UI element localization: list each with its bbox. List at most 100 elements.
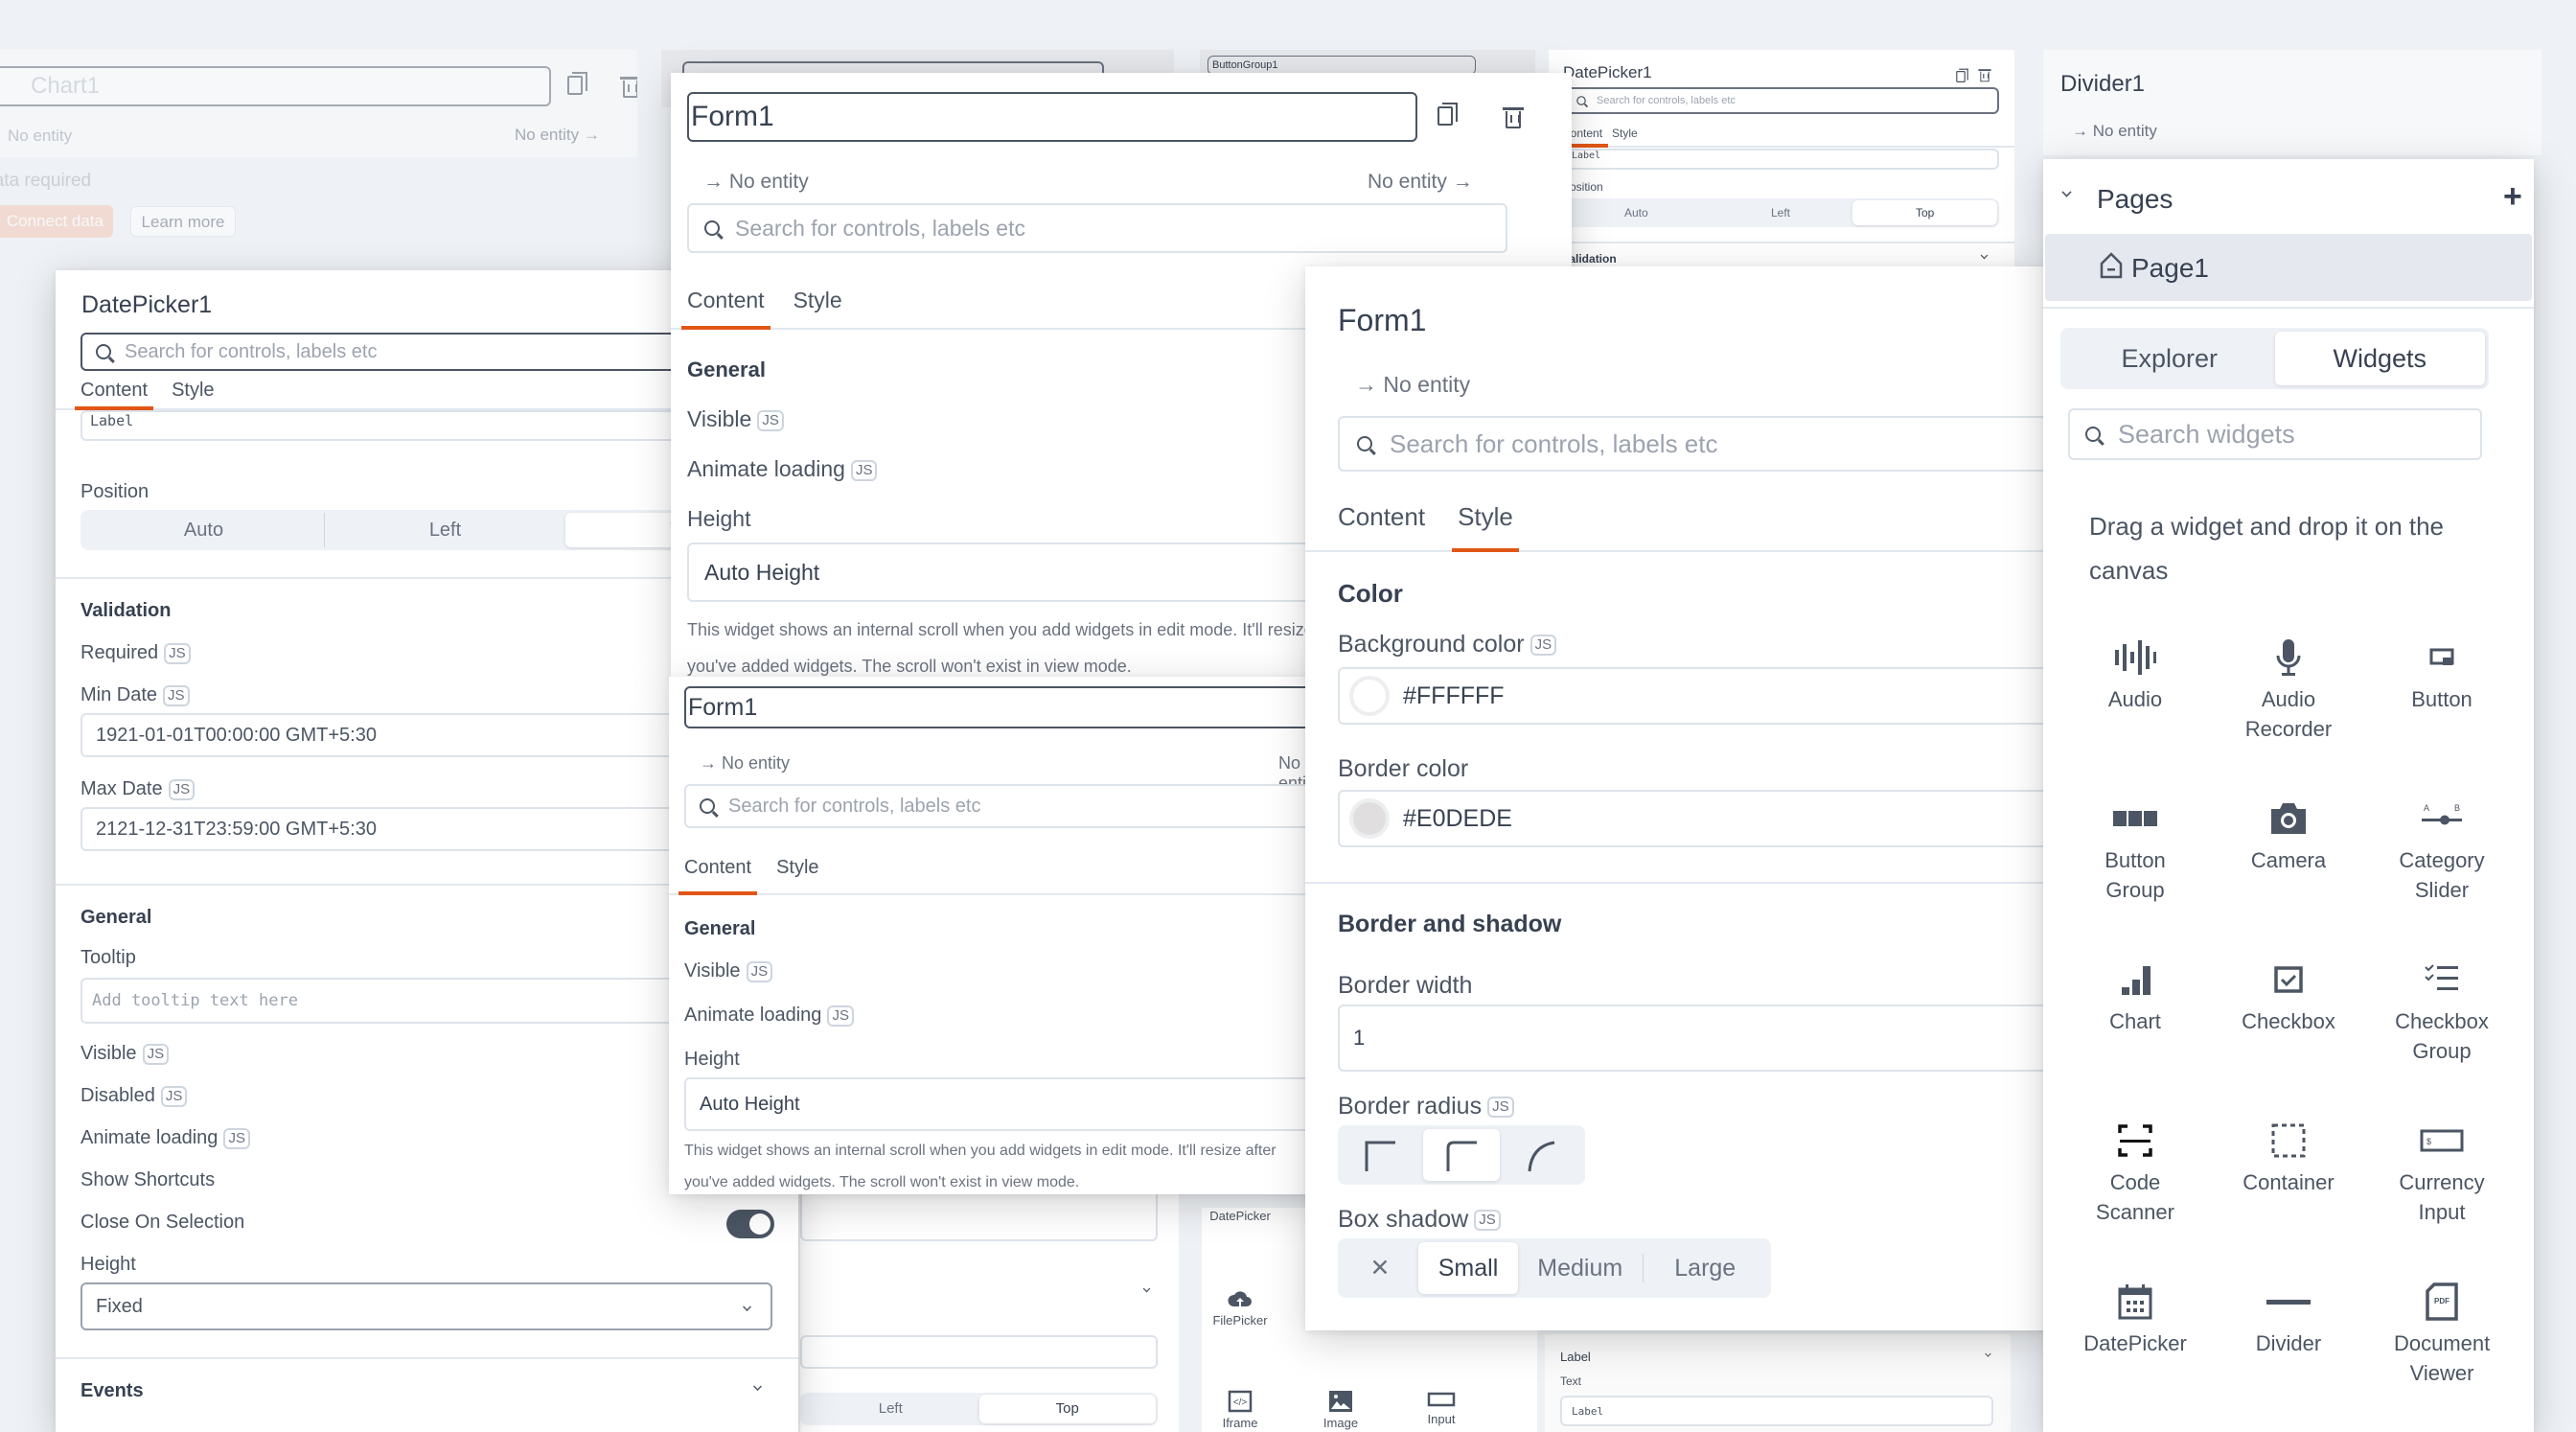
position-auto[interactable]: Auto — [83, 513, 325, 547]
widget-document-viewer[interactable]: PDF Document Viewer — [2365, 1282, 2518, 1388]
entity-right[interactable]: No entity → — [515, 126, 600, 145]
shadow-small-option[interactable]: Small — [1418, 1242, 1518, 1294]
search-widgets-input[interactable]: Search widgets — [2068, 408, 2482, 460]
label-input[interactable]: Label — [1562, 149, 1999, 170]
widget-input-bg[interactable]: Input — [1393, 1390, 1489, 1428]
position-left[interactable]: Left — [1709, 200, 1853, 225]
tab-style[interactable]: Style — [1452, 502, 1519, 552]
widget-name-input[interactable]: Form1 — [684, 686, 1321, 728]
border-width-input[interactable]: 1 — [1338, 1005, 2053, 1072]
tab-explorer[interactable]: Explorer — [2064, 332, 2275, 385]
radius-medium-option[interactable] — [1422, 1129, 1501, 1181]
delete-icon[interactable] — [1503, 107, 1525, 128]
tab-content[interactable]: Content — [678, 857, 758, 895]
bg-color-input[interactable]: #FFFFFF — [1338, 667, 2053, 725]
js-toggle[interactable]: JS — [827, 1005, 854, 1027]
add-page-icon[interactable]: + — [2503, 178, 2522, 216]
height-select[interactable]: Fixed — [80, 1282, 772, 1330]
tab-widgets[interactable]: Widgets — [2274, 332, 2485, 385]
widget-button-group[interactable]: Button Group — [2058, 799, 2212, 905]
widget-chart[interactable]: Chart — [2058, 960, 2212, 1036]
search-input[interactable]: Search for controls, labels etc — [1338, 416, 2053, 472]
widget-name-input[interactable]: Chart1 — [0, 66, 551, 106]
js-toggle[interactable]: JS — [1474, 1210, 1501, 1232]
pages-collapse-icon[interactable] — [2061, 187, 2072, 197]
chevron-down-icon[interactable] — [1142, 1284, 1151, 1293]
tab-style[interactable]: Style — [1612, 127, 1638, 146]
position-top[interactable]: Top — [1852, 200, 1998, 225]
js-toggle[interactable]: JS — [757, 409, 784, 431]
entity-left-link[interactable]: → No entity — [700, 753, 790, 774]
shadow-medium-option[interactable]: Medium — [1518, 1254, 1644, 1282]
js-toggle[interactable]: JS — [142, 1043, 170, 1065]
search-input[interactable]: Search for controls, labels etc — [684, 784, 1321, 828]
tab-style[interactable]: Style — [172, 380, 214, 408]
js-toggle[interactable]: JS — [1530, 635, 1557, 657]
widget-divider[interactable]: Divider — [2212, 1282, 2365, 1358]
page-item-page1[interactable]: Page1 — [2045, 234, 2532, 301]
widget-image-bg[interactable]: Image — [1293, 1390, 1389, 1432]
widget-container[interactable]: Container — [2212, 1121, 2365, 1197]
js-toggle[interactable]: JS — [223, 1127, 250, 1149]
widget-datepicker[interactable]: DatePicker — [2058, 1282, 2212, 1358]
delete-icon[interactable] — [620, 77, 637, 98]
border-color-input[interactable]: #E0DEDE — [1338, 790, 2053, 847]
connect-data-button[interactable]: Connect data — [0, 205, 113, 238]
widget-code-scanner[interactable]: Code Scanner — [2058, 1121, 2212, 1227]
js-toggle[interactable]: JS — [850, 459, 878, 481]
js-toggle[interactable]: JS — [163, 684, 190, 706]
widget-iframe-bg[interactable]: </> Iframe — [1202, 1390, 1288, 1432]
search-input[interactable]: Search for controls, labels etc — [1562, 87, 1999, 114]
shadow-none-option[interactable]: ✕ — [1342, 1242, 1418, 1294]
copy-icon[interactable] — [567, 72, 587, 95]
widget-name-input[interactable]: ButtonGroup1 — [1208, 56, 1476, 75]
radius-large-option[interactable] — [1504, 1129, 1581, 1181]
position-auto[interactable]: Auto — [1564, 200, 1709, 225]
js-toggle[interactable]: JS — [746, 960, 773, 982]
js-toggle[interactable]: JS — [1487, 1097, 1514, 1119]
iframe-icon: </> — [1228, 1390, 1253, 1413]
entity-right-link[interactable]: No entity → — [1368, 171, 1473, 194]
widget-filepicker-bg[interactable]: FilePicker — [1202, 1289, 1288, 1329]
position-top[interactable]: Top — [978, 1395, 1156, 1423]
label-text-input[interactable]: Label — [1560, 1396, 1993, 1426]
widget-checkbox-group[interactable]: Checkbox Group — [2365, 960, 2518, 1066]
border-color-swatch[interactable] — [1349, 798, 1390, 839]
widget-category-slider[interactable]: AB Category Slider — [2365, 799, 2518, 905]
widget-currency-input[interactable]: $ Currency Input — [2365, 1121, 2518, 1227]
position-left[interactable]: Left — [325, 513, 565, 547]
chevron-down-icon[interactable] — [1980, 251, 1989, 260]
radius-none-option[interactable] — [1342, 1129, 1419, 1181]
widget-button[interactable]: Button — [2365, 638, 2518, 714]
tab-content[interactable]: Content — [74, 380, 154, 410]
chevron-down-icon[interactable] — [1985, 1351, 1991, 1357]
learn-more-button[interactable]: Learn more — [130, 206, 236, 237]
entity-left-link[interactable]: → No entity — [703, 171, 809, 194]
widget-camera[interactable]: Camera — [2212, 799, 2365, 875]
widget-datepicker-bg[interactable]: DatePicker — [1202, 1208, 1288, 1225]
search-input[interactable]: Search for controls, labels etc — [687, 203, 1507, 253]
copy-icon[interactable] — [1956, 68, 1968, 85]
js-toggle[interactable]: JS — [168, 778, 196, 800]
tab-style[interactable]: Style — [776, 857, 818, 893]
shadow-large-option[interactable]: Large — [1644, 1242, 1768, 1294]
tab-content[interactable]: Content — [681, 288, 770, 330]
widget-audio-recorder[interactable]: Audio Recorder — [2212, 638, 2365, 744]
entity-link[interactable]: → No entity — [2072, 122, 2157, 141]
entity-link[interactable]: → No entity — [1355, 372, 1470, 398]
js-toggle[interactable]: JS — [160, 1085, 188, 1107]
close-on-selection-toggle[interactable] — [726, 1210, 774, 1238]
tab-content[interactable]: Content — [1338, 502, 1425, 550]
copy-icon[interactable] — [1438, 103, 1458, 126]
widget-name-input[interactable]: Form1 — [687, 92, 1417, 142]
widget-checkbox[interactable]: Checkbox — [2212, 960, 2365, 1036]
position-left[interactable]: Left — [802, 1395, 979, 1423]
widget-audio[interactable]: Audio — [2058, 638, 2212, 714]
chevron-down-icon[interactable] — [753, 1382, 762, 1391]
tab-style[interactable]: Style — [794, 288, 842, 328]
corner-rounded-icon — [1446, 1141, 1477, 1171]
delete-icon[interactable] — [1978, 69, 1991, 85]
js-toggle[interactable]: JS — [164, 642, 191, 664]
bg-color-swatch[interactable] — [1349, 676, 1390, 716]
height-select[interactable]: Auto Height — [684, 1077, 1321, 1131]
